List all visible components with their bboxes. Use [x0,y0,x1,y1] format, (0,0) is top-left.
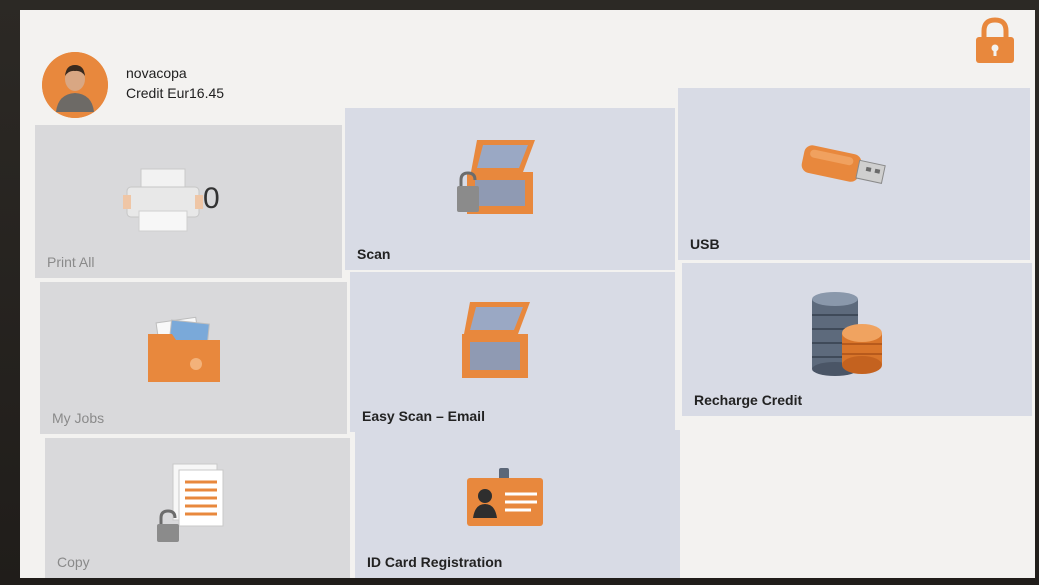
empty-slot [683,420,1033,578]
tile-usb[interactable]: USB [678,88,1030,260]
tile-label: Copy [57,554,90,570]
tile-recharge-credit[interactable]: Recharge Credit [682,263,1032,416]
scanner-locked-icon [457,140,535,214]
user-credit: Credit Eur16.45 [126,85,225,101]
id-card-icon [467,468,543,526]
user-icon [42,52,108,118]
coins-icon [812,292,882,376]
kiosk-screen: novacopa Credit Eur16.45 0 Print All Sca… [20,10,1035,578]
tile-id-card-registration[interactable]: ID Card Registration [355,430,680,578]
tile-my-jobs[interactable]: My Jobs [40,282,347,434]
document-locked-icon [157,463,224,542]
usb-drive-icon [801,145,886,184]
folder-icon [148,316,220,382]
tile-label: Scan [357,246,391,262]
tile-label: USB [690,236,720,252]
user-avatar [42,52,108,118]
tile-label: Easy Scan – Email [362,408,485,424]
printer-icon [123,168,203,232]
print-job-count: 0 [203,182,220,215]
tile-label: Print All [47,254,95,270]
tile-copy[interactable]: Copy [45,438,350,578]
padlock-icon[interactable] [970,15,1020,65]
scanner-icon [462,302,530,378]
tile-print-all[interactable]: 0 Print All [35,125,342,278]
tile-easy-scan-email[interactable]: Easy Scan – Email [350,272,675,432]
tile-label: Recharge Credit [694,392,803,408]
tile-scan[interactable]: Scan [345,108,675,270]
tile-label: My Jobs [52,410,105,426]
tile-label: ID Card Registration [367,554,503,570]
user-name: novacopa [126,65,187,81]
